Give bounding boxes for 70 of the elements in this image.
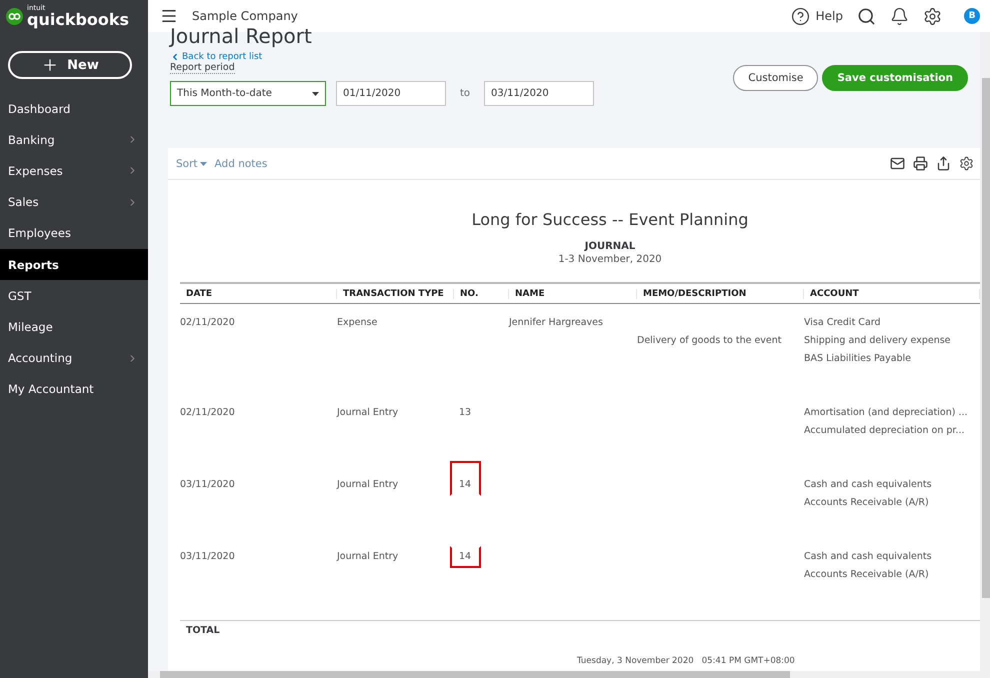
column-header: NAME bbox=[509, 288, 637, 298]
table-cell: Cash and cash equivalents bbox=[804, 479, 932, 490]
sidebar-item[interactable]: Employees bbox=[0, 218, 148, 249]
menu-icon[interactable] bbox=[160, 7, 178, 25]
report-company-name: Long for Success -- Event Planning bbox=[470, 210, 750, 229]
table-cell: Amortisation (and depreciation) ... bbox=[804, 407, 968, 418]
total-label: TOTAL bbox=[180, 620, 980, 656]
page-title: Journal Report bbox=[170, 25, 313, 47]
sidebar-item[interactable]: Reports bbox=[0, 248, 148, 280]
table-cell: BAS Liabilities Payable bbox=[804, 353, 912, 364]
report-title: JOURNAL bbox=[583, 241, 636, 252]
email-icon[interactable] bbox=[890, 156, 905, 171]
caret-icon bbox=[312, 92, 319, 96]
table-cell: Accumulated depreciation on pr... bbox=[804, 425, 964, 436]
table-cell-text: Journal Entry bbox=[337, 478, 400, 492]
sidebar-item[interactable]: Expenses bbox=[0, 155, 148, 187]
brand-name: quickbooks bbox=[27, 12, 130, 28]
to-date-field[interactable]: 03/11/2020 bbox=[484, 81, 594, 106]
table-cell: Visa Credit Card bbox=[804, 317, 881, 328]
sidebar-item[interactable]: Mileage bbox=[0, 311, 148, 342]
column-header: NO. bbox=[454, 288, 509, 298]
horizontal-scrollbar[interactable] bbox=[148, 671, 980, 678]
company-name: Sample Company bbox=[192, 9, 299, 23]
table-cell: Accounts Receivable (A/R) bbox=[804, 497, 929, 508]
report-period: 1-3 November, 2020 bbox=[557, 254, 663, 265]
number-cell-text: 13 bbox=[458, 406, 472, 420]
report-timestamp: Tuesday, 3 November 2020 05:41 PM GMT+08:00 bbox=[577, 656, 795, 666]
sidebar-item[interactable]: Sales bbox=[0, 186, 148, 218]
back-link[interactable]: Back to report list bbox=[170, 52, 594, 62]
logo-icon bbox=[6, 8, 23, 24]
export-icon[interactable] bbox=[936, 156, 951, 171]
highlight-box: 14 bbox=[450, 461, 481, 496]
table-cell-text: Expense bbox=[337, 316, 378, 330]
table-cell: Accounts Receivable (A/R) bbox=[804, 569, 929, 580]
table-cell-text: Journal Entry bbox=[337, 406, 400, 420]
from-date-field[interactable]: 01/11/2020 bbox=[336, 81, 446, 106]
table-cell-text: Journal Entry bbox=[337, 550, 400, 564]
sidebar-item[interactable]: Accounting bbox=[0, 342, 148, 374]
column-header: TRANSACTION TYPE bbox=[337, 288, 454, 298]
help-icon bbox=[790, 6, 810, 26]
to-label: to bbox=[460, 88, 470, 99]
table-cell: Shipping and delivery expense bbox=[804, 335, 951, 346]
table-cell: Cash and cash equivalents bbox=[804, 551, 932, 562]
highlight-box: 14 bbox=[450, 546, 481, 568]
table-cell: Delivery of goods to the event bbox=[637, 335, 782, 346]
search-icon[interactable] bbox=[857, 6, 876, 26]
column-header: DATE bbox=[180, 288, 337, 298]
vertical-scrollbar[interactable] bbox=[980, 32, 990, 678]
report-period-label: Report period bbox=[170, 62, 235, 74]
sidebar-item[interactable]: GST bbox=[0, 280, 148, 312]
table-cell-text: 03/11/2020 bbox=[180, 478, 236, 492]
table-cell: Jennifer Hargreaves bbox=[509, 317, 603, 328]
print-icon[interactable] bbox=[913, 156, 928, 171]
table-cell-text: 02/11/2020 bbox=[180, 316, 236, 330]
table-cell-text: 02/11/2020 bbox=[180, 406, 236, 420]
caret-icon bbox=[200, 162, 207, 166]
settings-icon[interactable] bbox=[923, 6, 942, 26]
settings-icon[interactable] bbox=[959, 156, 974, 171]
sidebar-item[interactable]: Banking bbox=[0, 124, 148, 156]
sidebar-item[interactable]: My Accountant bbox=[0, 374, 148, 405]
chevron-icon bbox=[170, 52, 180, 62]
table-cell-text: 03/11/2020 bbox=[180, 550, 236, 564]
avatar[interactable]: B bbox=[964, 8, 980, 24]
bell-icon[interactable] bbox=[890, 6, 909, 26]
customise-button[interactable]: Customise bbox=[733, 64, 818, 90]
help-button[interactable]: Help bbox=[790, 6, 843, 26]
column-header: MEMO/DESCRIPTION bbox=[637, 288, 804, 298]
period-dropdown[interactable]: This Month-to-date bbox=[170, 81, 326, 106]
new-button[interactable]: New bbox=[8, 51, 132, 79]
sidebar-item[interactable]: Dashboard bbox=[0, 93, 148, 124]
